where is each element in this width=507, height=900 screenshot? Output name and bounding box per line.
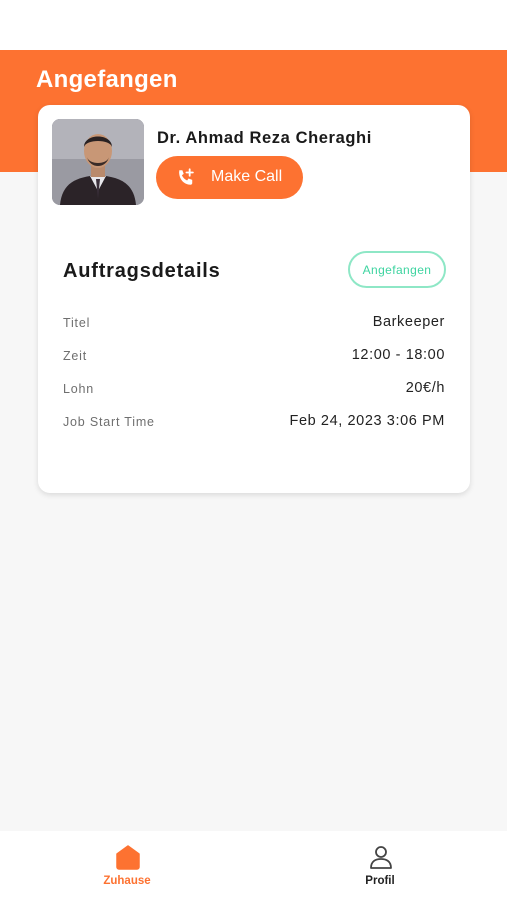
detail-label: Job Start Time: [63, 415, 155, 429]
detail-label: Zeit: [63, 349, 88, 363]
detail-row-lohn: Lohn 20€/h: [63, 380, 445, 400]
detail-row-titel: Titel Barkeeper: [63, 314, 445, 334]
status-bar: [0, 0, 507, 50]
nav-label-profil: Profil: [365, 875, 395, 887]
bottom-nav: Zuhause Profil: [0, 831, 507, 900]
detail-label: Titel: [63, 316, 91, 330]
nav-item-zuhause[interactable]: Zuhause: [67, 831, 187, 900]
phone-add-icon: [179, 168, 194, 185]
make-call-button[interactable]: Make Call: [156, 156, 303, 199]
make-call-label: Make Call: [211, 168, 283, 185]
detail-row-zeit: Zeit 12:00 - 18:00: [63, 347, 445, 367]
detail-value: Barkeeper: [372, 314, 445, 330]
detail-value: 12:00 - 18:00: [351, 347, 445, 363]
job-card: Dr. Ahmad Reza Cheraghi Make Call Auftra…: [38, 105, 470, 493]
status-badge: Angefangen: [348, 251, 446, 288]
detail-label: Lohn: [63, 382, 95, 396]
detail-value: 20€/h: [405, 380, 445, 396]
avatar: [52, 119, 144, 205]
page-title: Angefangen: [36, 66, 178, 93]
detail-row-job-start-time: Job Start Time Feb 24, 2023 3:06 PM: [63, 413, 445, 433]
section-title: Auftragsdetails: [63, 260, 221, 282]
home-icon: [116, 845, 140, 870]
detail-value: Feb 24, 2023 3:06 PM: [289, 413, 445, 429]
nav-item-profil[interactable]: Profil: [320, 831, 440, 900]
contact-name: Dr. Ahmad Reza Cheraghi: [157, 129, 372, 147]
nav-label-zuhause: Zuhause: [103, 875, 151, 887]
profile-icon: [370, 846, 392, 869]
